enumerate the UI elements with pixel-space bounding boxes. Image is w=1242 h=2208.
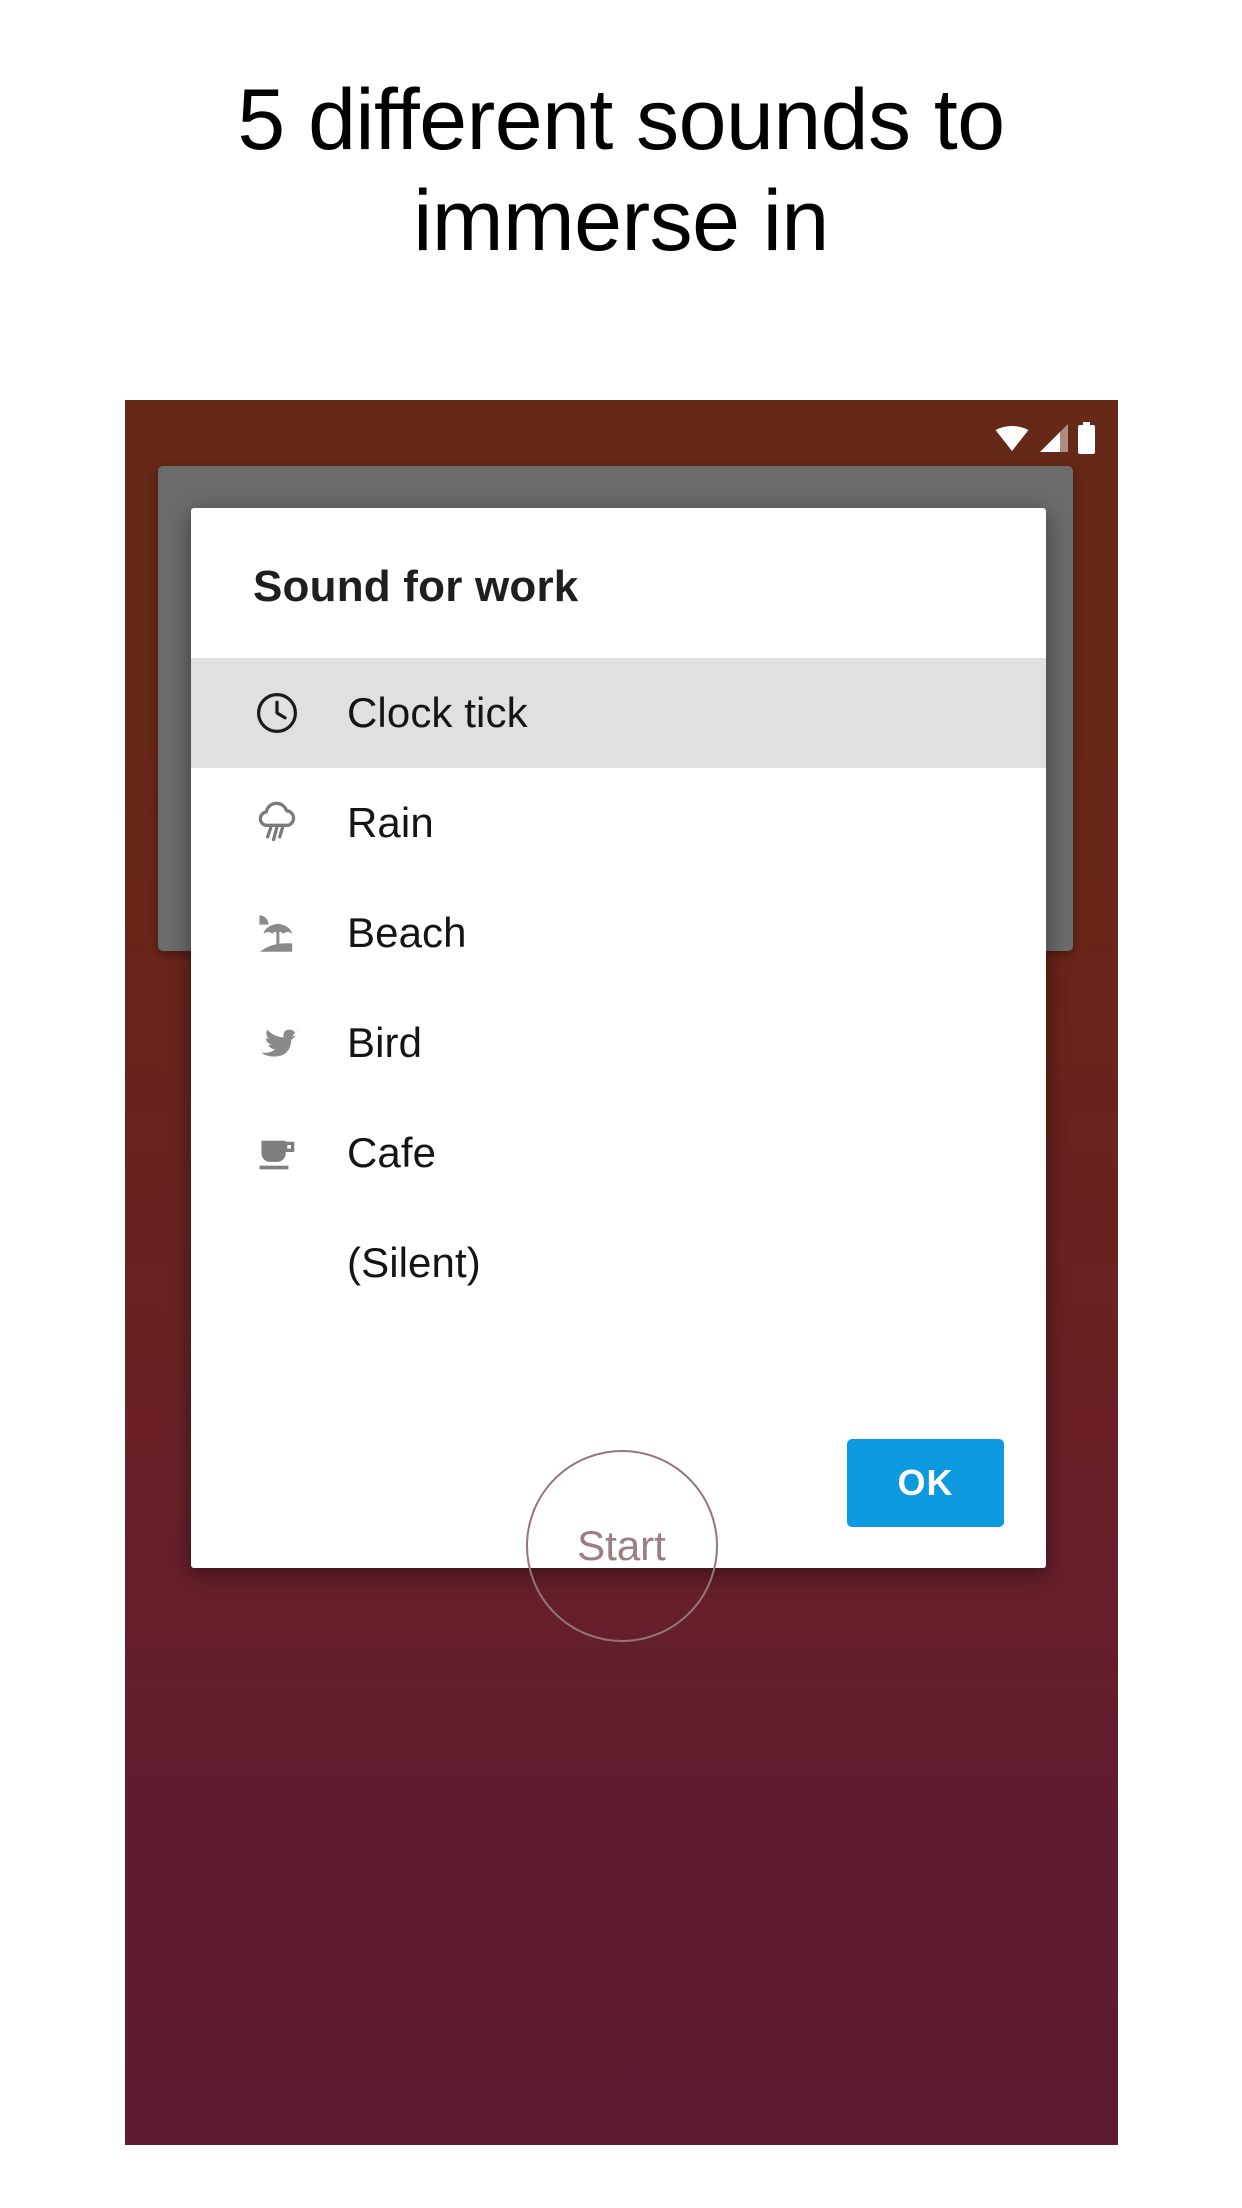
ok-button[interactable]: OK	[847, 1439, 1004, 1527]
list-item-label: Rain	[347, 799, 434, 846]
dialog-title: Sound for work	[253, 562, 579, 611]
coffee-cup-icon	[253, 1128, 325, 1178]
list-item[interactable]: Bird	[191, 988, 1046, 1098]
rain-cloud-icon	[253, 798, 325, 848]
bird-icon	[253, 1017, 325, 1069]
cell-signal-icon	[1038, 424, 1068, 452]
list-item-label: Cafe	[347, 1129, 437, 1176]
beach-umbrella-icon	[253, 907, 325, 959]
sound-list: Clock tick Rain Beach Bird Cafe (Silent)	[191, 658, 1046, 1398]
list-item[interactable]: Cafe	[191, 1098, 1046, 1208]
app-screen: Sound for work Clock tick Rain Beach Bir…	[125, 400, 1118, 2145]
wifi-icon	[995, 425, 1029, 451]
phone-screenshot: Sound for work Clock tick Rain Beach Bir…	[125, 400, 1118, 2145]
list-item[interactable]: Beach	[191, 878, 1046, 988]
battery-full-icon	[1077, 422, 1096, 454]
list-item[interactable]: Rain	[191, 768, 1046, 878]
list-item[interactable]: Clock tick	[191, 658, 1046, 768]
list-item-label: (Silent)	[347, 1239, 481, 1286]
status-bar	[995, 418, 1096, 458]
clock-icon	[253, 689, 325, 737]
start-button[interactable]: Start	[525, 1450, 718, 1642]
list-item-label: Clock tick	[347, 689, 528, 736]
start-button-label: Start	[577, 1522, 666, 1569]
list-item-label: Bird	[347, 1019, 423, 1066]
sound-picker-dialog: Sound for work Clock tick Rain Beach Bir…	[191, 508, 1046, 1568]
list-item[interactable]: (Silent)	[191, 1208, 1046, 1318]
list-item-label: Beach	[347, 909, 467, 956]
page-title: 5 different sounds to immerse in	[237, 72, 1005, 270]
